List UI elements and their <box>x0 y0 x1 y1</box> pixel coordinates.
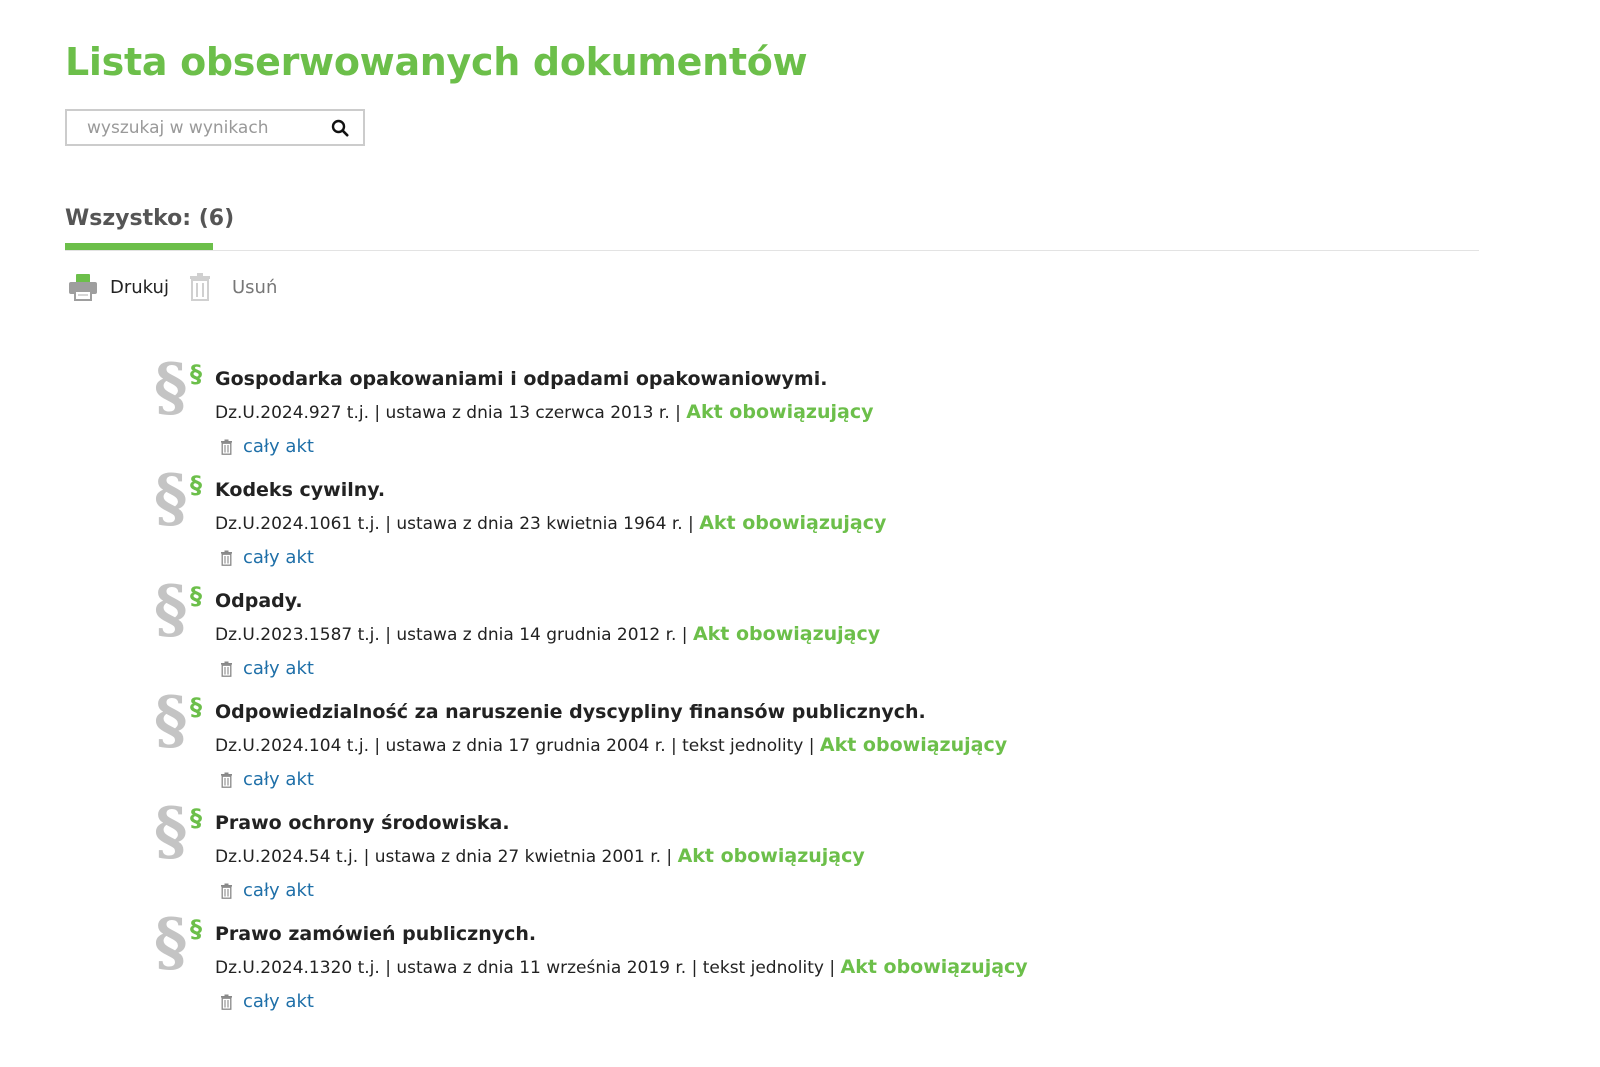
document-meta-text: Dz.U.2023.1587 t.j. | ustawa z dnia 14 g… <box>215 625 693 645</box>
delete-button[interactable]: Usuń <box>188 271 277 303</box>
document-status[interactable]: Akt obowiązujący <box>840 956 1027 978</box>
trash-icon <box>221 661 232 677</box>
remove-whole-act-button[interactable]: cały akt <box>220 436 314 457</box>
document-title[interactable]: Prawo zamówień publicznych. <box>215 923 536 945</box>
page-title: Lista obserwowanych dokumentów <box>65 40 808 84</box>
tab-divider <box>65 250 1479 251</box>
remove-whole-act-button[interactable]: cały akt <box>220 547 314 568</box>
trash-icon <box>221 772 232 788</box>
document-meta: Dz.U.2023.1587 t.j. | ustawa z dnia 14 g… <box>215 623 880 645</box>
document-title[interactable]: Odpowiedzialność za naruszenie dyscyplin… <box>215 701 926 723</box>
remove-whole-act-button[interactable]: cały akt <box>220 769 314 790</box>
document-meta-text: Dz.U.2024.54 t.j. | ustawa z dnia 27 kwi… <box>215 847 678 867</box>
list-item: § § Kodeks cywilny. Dz.U.2024.1061 t.j. … <box>150 467 1150 582</box>
printer-icon <box>69 274 97 301</box>
list-item: § § Prawo ochrony środowiska. Dz.U.2024.… <box>150 800 1150 915</box>
document-title[interactable]: Gospodarka opakowaniami i odpadami opako… <box>215 368 827 390</box>
remove-whole-act-label: cały akt <box>243 769 314 790</box>
delete-label: Usuń <box>232 276 278 298</box>
remove-whole-act-label: cały akt <box>243 880 314 901</box>
document-meta-text: Dz.U.2024.1061 t.j. | ustawa z dnia 23 k… <box>215 514 700 534</box>
remove-whole-act-label: cały akt <box>243 991 314 1012</box>
remove-whole-act-button[interactable]: cały akt <box>220 880 314 901</box>
section-small-icon: § <box>190 582 202 610</box>
document-status[interactable]: Akt obowiązujący <box>693 623 880 645</box>
search-box <box>65 109 365 146</box>
section-icon: § <box>154 905 188 980</box>
print-label: Drukuj <box>110 276 169 298</box>
section-icon: § <box>154 572 188 647</box>
document-meta-text: Dz.U.2024.104 t.j. | ustawa z dnia 17 gr… <box>215 736 820 756</box>
document-meta: Dz.U.2024.927 t.j. | ustawa z dnia 13 cz… <box>215 401 873 423</box>
section-small-icon: § <box>190 693 202 721</box>
section-icon: § <box>154 461 188 536</box>
remove-whole-act-label: cały akt <box>243 658 314 679</box>
document-meta-text: Dz.U.2024.927 t.j. | ustawa z dnia 13 cz… <box>215 403 687 423</box>
section-small-icon: § <box>190 471 202 499</box>
document-title[interactable]: Odpady. <box>215 590 303 612</box>
trash-icon <box>221 550 232 566</box>
search-icon[interactable] <box>331 119 349 137</box>
document-status[interactable]: Akt obowiązujący <box>686 401 873 423</box>
trash-icon <box>221 883 232 899</box>
list-item: § § Prawo zamówień publicznych. Dz.U.202… <box>150 911 1150 1026</box>
remove-whole-act-button[interactable]: cały akt <box>220 658 314 679</box>
document-meta: Dz.U.2024.1061 t.j. | ustawa z dnia 23 k… <box>215 512 886 534</box>
list-item: § § Odpady. Dz.U.2023.1587 t.j. | ustawa… <box>150 578 1150 693</box>
section-icon: § <box>154 683 188 758</box>
section-icon: § <box>154 794 188 869</box>
section-icon: § <box>154 350 188 425</box>
trash-icon <box>221 439 232 455</box>
remove-whole-act-label: cały akt <box>243 547 314 568</box>
section-small-icon: § <box>190 915 202 943</box>
remove-whole-act-button[interactable]: cały akt <box>220 991 314 1012</box>
search-input[interactable] <box>67 111 317 144</box>
document-meta: Dz.U.2024.54 t.j. | ustawa z dnia 27 kwi… <box>215 845 865 867</box>
trash-icon <box>221 994 232 1010</box>
remove-whole-act-label: cały akt <box>243 436 314 457</box>
document-meta-text: Dz.U.2024.1320 t.j. | ustawa z dnia 11 w… <box>215 958 841 978</box>
document-list: § § Gospodarka opakowaniami i odpadami o… <box>150 356 1150 1026</box>
print-button[interactable]: Drukuj <box>68 271 169 303</box>
page: Lista obserwowanych dokumentów Wszystko:… <box>0 0 1600 1067</box>
section-small-icon: § <box>190 360 202 388</box>
trash-icon <box>190 273 210 301</box>
document-status[interactable]: Akt obowiązujący <box>678 845 865 867</box>
document-status[interactable]: Akt obowiązujący <box>699 512 886 534</box>
tab-all[interactable]: Wszystko: (6) <box>65 206 234 231</box>
document-status[interactable]: Akt obowiązujący <box>820 734 1007 756</box>
list-item: § § Gospodarka opakowaniami i odpadami o… <box>150 356 1150 471</box>
document-title[interactable]: Prawo ochrony środowiska. <box>215 812 510 834</box>
list-item: § § Odpowiedzialność za naruszenie dyscy… <box>150 689 1150 804</box>
document-meta: Dz.U.2024.104 t.j. | ustawa z dnia 17 gr… <box>215 734 1007 756</box>
document-title[interactable]: Kodeks cywilny. <box>215 479 385 501</box>
section-small-icon: § <box>190 804 202 832</box>
tab-active-indicator <box>65 243 213 250</box>
document-meta: Dz.U.2024.1320 t.j. | ustawa z dnia 11 w… <box>215 956 1028 978</box>
